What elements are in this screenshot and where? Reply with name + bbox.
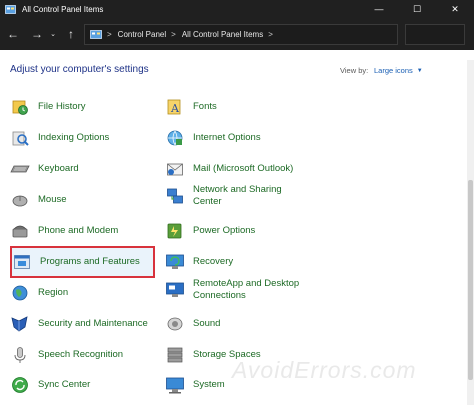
item-label[interactable]: Power Options [193, 225, 255, 237]
mail-icon [165, 159, 185, 179]
item-phone-and-modem[interactable]: Phone and Modem [10, 216, 155, 246]
label-line-2[interactable]: Connections [193, 290, 246, 301]
recovery-icon [165, 252, 185, 272]
item-keyboard[interactable]: Keyboard [10, 154, 155, 184]
view-by-label: View by: [340, 66, 369, 75]
phone-modem-icon [10, 221, 30, 241]
watermark: AvoidErrors.com [232, 357, 417, 383]
view-by-dropdown[interactable]: Large icons ▼ [374, 66, 423, 75]
forward-button[interactable]: → [27, 24, 47, 44]
breadcrumb-separator[interactable]: > [268, 30, 273, 39]
item-label[interactable]: Recovery [193, 256, 233, 268]
speaker-icon [165, 314, 185, 334]
breadcrumb-separator[interactable]: > [171, 30, 176, 39]
item-label[interactable]: Mouse [38, 194, 67, 206]
window-controls: — ☐ ✕ [360, 0, 474, 18]
item-mouse[interactable]: Mouse [10, 185, 155, 215]
label-line-1[interactable]: Network and Sharing [193, 184, 282, 195]
storage-spaces-icon [165, 345, 185, 365]
label-line-2[interactable]: Center [193, 196, 222, 207]
item-label[interactable]: Security and Maintenance [38, 318, 148, 330]
power-options-icon [165, 221, 185, 241]
file-history-icon [10, 97, 30, 117]
item-indexing-options[interactable]: Indexing Options [10, 123, 155, 153]
item-label[interactable]: Fonts [193, 101, 217, 113]
chevron-down-icon[interactable]: ▼ [417, 68, 423, 74]
item-sync-center[interactable]: Sync Center [10, 370, 155, 400]
item-network-and-sharing-center[interactable]: Network and Sharing Center [165, 178, 315, 214]
view-by-value[interactable]: Large icons [374, 66, 413, 75]
item-label[interactable]: Speech Recognition [38, 349, 123, 361]
item-label[interactable]: Keyboard [38, 163, 79, 175]
item-label[interactable]: RemoteApp and Desktop Connections [193, 278, 299, 302]
network-sharing-icon [165, 186, 185, 206]
item-speech-recognition[interactable]: Speech Recognition [10, 340, 155, 370]
page-heading: Adjust your computer's settings [10, 64, 149, 75]
label-line-1[interactable]: RemoteApp and Desktop [193, 278, 299, 289]
indexing-options-icon [10, 128, 30, 148]
recent-locations-chevron-down-icon[interactable]: ⌄ [47, 24, 59, 44]
breadcrumb-separator[interactable]: > [107, 30, 112, 39]
item-label[interactable]: Programs and Features [40, 256, 140, 268]
item-remoteapp-and-desktop-connections[interactable]: RemoteApp and Desktop Connections [165, 272, 315, 308]
breadcrumb[interactable]: > Control Panel > All Control Panel Item… [84, 24, 398, 45]
sync-center-icon [10, 375, 30, 395]
mouse-icon [10, 190, 30, 210]
breadcrumb-control-panel[interactable]: Control Panel [118, 30, 166, 39]
breadcrumb-all-items[interactable]: All Control Panel Items [182, 30, 263, 39]
address-bar: ← → ⌄ ↑ > Control Panel > All Control Pa… [0, 18, 474, 50]
programs-features-icon [12, 252, 32, 272]
minimize-button[interactable]: — [360, 0, 398, 18]
item-label[interactable]: Internet Options [193, 132, 261, 144]
maximize-button[interactable]: ☐ [398, 0, 436, 18]
search-input[interactable] [405, 24, 465, 45]
item-sound[interactable]: Sound [165, 309, 315, 339]
up-button[interactable]: ↑ [61, 24, 81, 44]
item-label[interactable]: Network and Sharing Center [193, 184, 282, 208]
item-label[interactable]: Sync Center [38, 379, 90, 391]
svg-text:A: A [170, 102, 180, 115]
item-label[interactable]: Phone and Modem [38, 225, 118, 237]
keyboard-icon [10, 159, 30, 179]
item-label[interactable]: Mail (Microsoft Outlook) [193, 163, 293, 175]
item-security-and-maintenance[interactable]: Security and Maintenance [10, 309, 155, 339]
title-bar: All Control Panel Items — ☐ ✕ [0, 0, 474, 18]
item-file-history[interactable]: File History [10, 92, 155, 122]
item-label[interactable]: System [193, 379, 225, 391]
item-label[interactable]: File History [38, 101, 86, 113]
window-title: All Control Panel Items [22, 4, 104, 14]
internet-options-icon [165, 128, 185, 148]
security-maintenance-icon [10, 314, 30, 334]
system-icon [165, 375, 185, 395]
item-internet-options[interactable]: Internet Options [165, 123, 315, 153]
vertical-scrollbar[interactable] [467, 60, 474, 405]
remoteapp-icon [165, 280, 185, 300]
content-area: Adjust your computer's settings View by:… [0, 50, 474, 405]
item-power-options[interactable]: Power Options [165, 216, 315, 246]
item-label[interactable]: Sound [193, 318, 220, 330]
item-fonts[interactable]: A Fonts [165, 92, 315, 122]
microphone-icon [10, 345, 30, 365]
fonts-icon: A [165, 97, 185, 117]
control-panel-path-icon [90, 30, 102, 39]
close-button[interactable]: ✕ [436, 0, 474, 18]
region-icon [10, 283, 30, 303]
item-label[interactable]: Region [38, 287, 68, 299]
control-panel-icon [5, 4, 16, 14]
control-panel-window: All Control Panel Items — ☐ ✕ ← → ⌄ ↑ > … [0, 0, 474, 405]
item-programs-and-features[interactable]: Programs and Features [10, 246, 155, 278]
item-region[interactable]: Region [10, 278, 155, 308]
scrollbar-thumb[interactable] [468, 180, 473, 380]
item-label[interactable]: Indexing Options [38, 132, 109, 144]
back-button[interactable]: ← [3, 24, 23, 44]
